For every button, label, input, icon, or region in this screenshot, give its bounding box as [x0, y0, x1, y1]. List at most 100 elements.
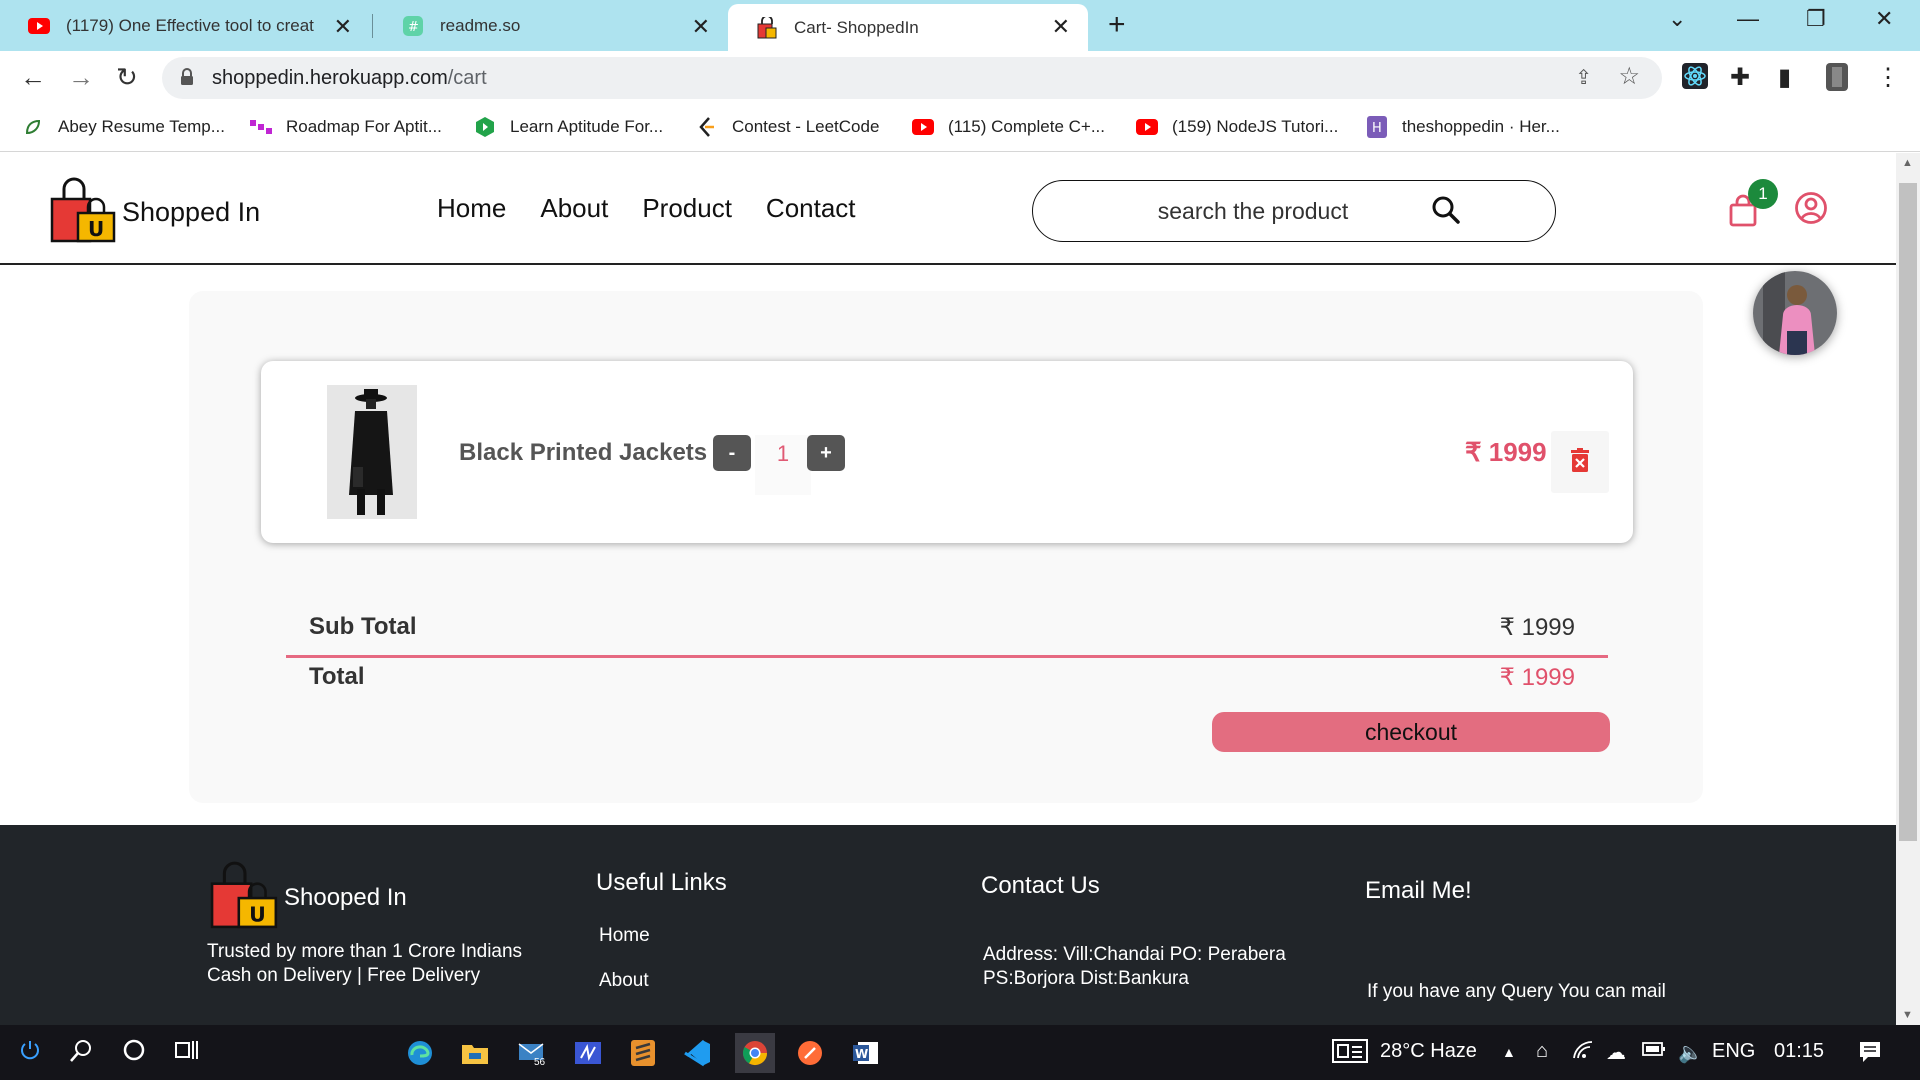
shopping-bag-icon: [756, 16, 778, 39]
lock-icon[interactable]: [180, 68, 194, 91]
cortana-icon[interactable]: [122, 1038, 146, 1067]
site-logo[interactable]: U Shopped In: [50, 177, 260, 248]
cart-panel: Black Printed Jackets - 1 + ₹ 1999 Sub T…: [189, 291, 1703, 803]
footer-email-heading: Email Me!: [1365, 877, 1472, 904]
shopping-bag-logo-icon: U: [210, 861, 282, 934]
sublime-text-icon[interactable]: [623, 1033, 663, 1073]
extensions-icon[interactable]: ✚: [1730, 63, 1750, 92]
back-icon[interactable]: ←: [20, 62, 46, 93]
bookmark-item[interactable]: H theshoppedin · Her...: [1366, 116, 1560, 138]
bookmark-item[interactable]: (159) NodeJS Tutori...: [1136, 116, 1338, 138]
heroku-icon: H: [1366, 116, 1388, 138]
tab-youtube[interactable]: (1179) One Effective tool to creat ✕: [0, 0, 370, 51]
browser-toolbar: ← → ↻ shoppedin.herokuapp.com/cart ⇪ ☆ ✚…: [0, 51, 1920, 106]
notifications-icon[interactable]: [1858, 1040, 1882, 1070]
bookmark-item[interactable]: Abey Resume Temp...: [22, 116, 225, 138]
product-image[interactable]: [327, 385, 417, 519]
close-tab-icon[interactable]: ✕: [334, 14, 352, 40]
nav-product[interactable]: Product: [642, 193, 732, 224]
search-icon[interactable]: [1431, 195, 1461, 230]
address-bar[interactable]: shoppedin.herokuapp.com/cart ⇪ ☆: [162, 57, 1662, 99]
bookmark-label: Roadmap For Aptit...: [286, 117, 442, 136]
total-row: Total ₹ 1999: [309, 663, 1599, 691]
footer-logo[interactable]: U Shooped In: [210, 861, 407, 934]
scrollbar-thumb[interactable]: [1899, 183, 1917, 841]
close-tab-icon[interactable]: ✕: [1052, 14, 1070, 40]
scroll-up-arrow-icon[interactable]: ▲: [1902, 157, 1913, 169]
leaf-icon: [22, 116, 44, 138]
reload-icon[interactable]: ↻: [116, 62, 138, 93]
share-icon[interactable]: ⇪: [1575, 65, 1592, 90]
subtotal-value: ₹ 1999: [1499, 614, 1575, 641]
scroll-down-arrow-icon[interactable]: ▼: [1902, 1009, 1913, 1021]
footer-brand-name: Shooped In: [284, 883, 407, 911]
subtotal-label: Sub Total: [309, 613, 417, 640]
battery-icon[interactable]: [1642, 1040, 1666, 1063]
side-panel-icon[interactable]: ▮: [1778, 63, 1791, 92]
weather-news-icon[interactable]: [1332, 1038, 1368, 1070]
close-window-icon[interactable]: ✕: [1875, 6, 1893, 32]
footer-link-about[interactable]: About: [599, 970, 649, 992]
onedrive-icon[interactable]: ☁: [1606, 1040, 1626, 1065]
bookmark-label: Contest - LeetCode: [732, 117, 880, 136]
bookmark-item[interactable]: Learn Aptitude For...: [474, 116, 663, 138]
minimize-icon[interactable]: —: [1737, 6, 1759, 32]
language-indicator[interactable]: ENG: [1712, 1040, 1755, 1063]
search-input[interactable]: [1053, 191, 1453, 231]
user-account-icon[interactable]: [1794, 191, 1828, 230]
edge-icon[interactable]: [400, 1033, 440, 1073]
cart-button[interactable]: 1: [1726, 179, 1778, 232]
url-text[interactable]: shoppedin.herokuapp.com/cart: [212, 67, 487, 90]
shopping-bag-icon: [1726, 194, 1760, 231]
nav-contact[interactable]: Contact: [766, 193, 856, 224]
tab-cart-active[interactable]: Cart- ShoppedIn ✕: [728, 4, 1088, 51]
volume-icon[interactable]: 🔈: [1678, 1040, 1703, 1065]
postman-icon[interactable]: [790, 1033, 830, 1073]
tab-search-icon[interactable]: ⌄: [1668, 6, 1686, 32]
profile-avatar-icon[interactable]: [1826, 63, 1848, 98]
clock-time[interactable]: 01:15: [1774, 1040, 1824, 1063]
bookmark-item[interactable]: Roadmap For Aptit...: [250, 116, 442, 138]
bookmark-star-icon[interactable]: ☆: [1618, 62, 1640, 91]
remove-item-button[interactable]: [1551, 431, 1609, 493]
mail-icon[interactable]: 56: [512, 1033, 552, 1073]
task-view-icon[interactable]: [174, 1038, 200, 1067]
search-icon[interactable]: [68, 1038, 94, 1069]
youtube-icon: [28, 15, 50, 37]
nav-home[interactable]: Home: [437, 193, 506, 224]
footer-link-home[interactable]: Home: [599, 925, 650, 947]
visual-studio-icon[interactable]: [568, 1033, 608, 1073]
vscode-icon[interactable]: [678, 1033, 718, 1073]
chevron-up-icon[interactable]: ▲: [1502, 1044, 1516, 1060]
chat-avatar[interactable]: [1753, 271, 1837, 355]
checkout-button[interactable]: checkout: [1212, 712, 1610, 752]
menu-kebab-icon[interactable]: ⋮: [1876, 63, 1900, 92]
react-devtools-icon[interactable]: [1682, 63, 1708, 96]
hexagon-icon: [474, 116, 496, 138]
web-page: U Shopped In Home About Product Contact …: [0, 153, 1896, 1025]
nav-about[interactable]: About: [540, 193, 608, 224]
forward-icon[interactable]: →: [68, 62, 94, 93]
power-icon[interactable]: [18, 1038, 42, 1067]
increase-quantity-button[interactable]: +: [807, 435, 845, 471]
site-footer: U Shooped In Trusted by more than 1 Cror…: [0, 825, 1896, 1025]
restore-icon[interactable]: ❐: [1806, 6, 1826, 32]
file-explorer-icon[interactable]: [455, 1033, 495, 1073]
new-tab-button[interactable]: +: [1108, 8, 1126, 42]
footer-address: Address: Vill:Chandai PO: Perabera: [983, 944, 1286, 965]
chrome-icon[interactable]: [735, 1033, 775, 1073]
search-box: [1032, 180, 1556, 242]
youtube-icon: [1136, 116, 1158, 138]
site-brand-name: Shopped In: [122, 197, 261, 227]
tab-readme[interactable]: # readme.so ✕: [374, 0, 728, 51]
bookmark-item[interactable]: Contest - LeetCode: [696, 116, 879, 138]
close-tab-icon[interactable]: ✕: [692, 14, 710, 40]
meet-icon[interactable]: ⌂: [1536, 1040, 1548, 1063]
word-icon[interactable]: W: [846, 1033, 886, 1073]
wifi-icon[interactable]: [1572, 1040, 1594, 1066]
bookmark-item[interactable]: (115) Complete C+...: [912, 116, 1105, 138]
decrease-quantity-button[interactable]: -: [713, 435, 751, 471]
page-scrollbar[interactable]: ▲ ▼: [1896, 153, 1920, 1025]
weather-text[interactable]: 28°C Haze: [1380, 1040, 1477, 1063]
trash-icon: [1571, 447, 1589, 477]
